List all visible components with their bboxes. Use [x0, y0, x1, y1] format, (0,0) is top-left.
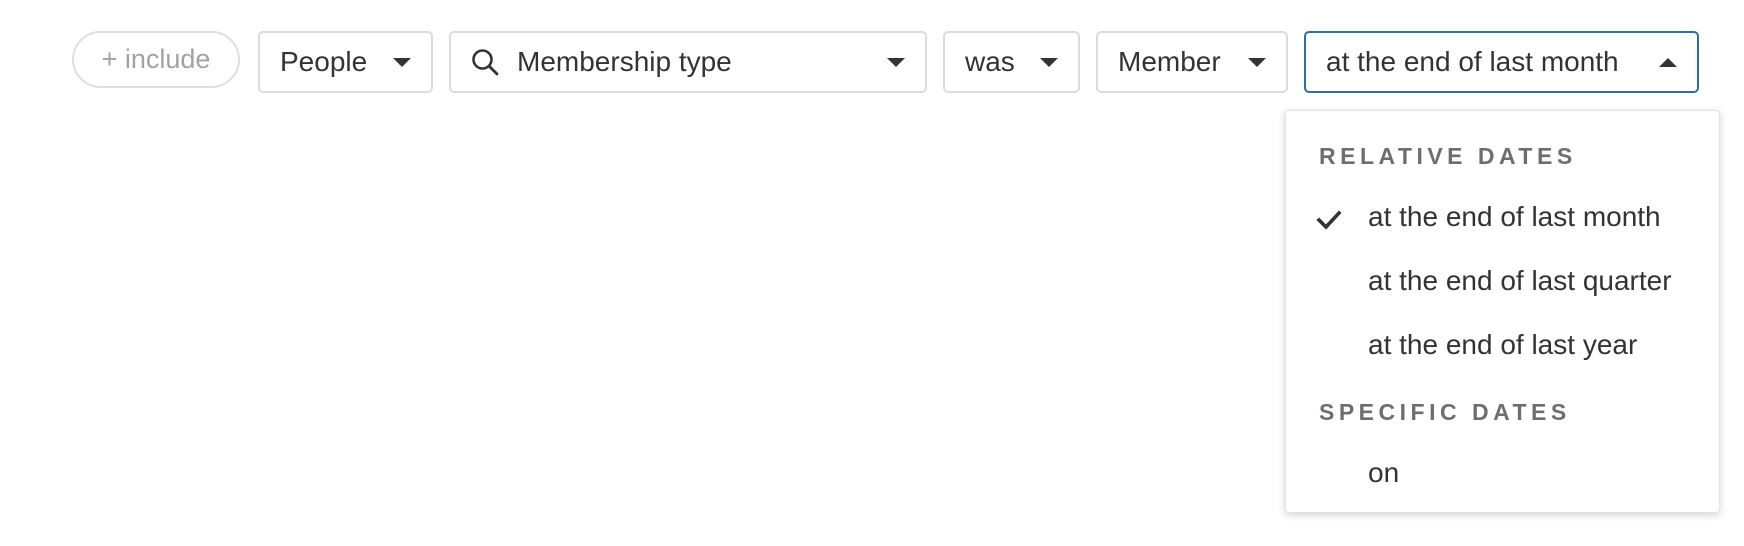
option-end-of-last-year[interactable]: at the end of last year: [1286, 320, 1719, 370]
subject-select-label: People: [280, 46, 368, 77]
option-label: at the end of last month: [1368, 201, 1661, 232]
chevron-up-icon: [1659, 57, 1677, 67]
filter-builder: + include People Membership type was Mem…: [0, 0, 1744, 546]
search-icon: [471, 48, 499, 76]
option-end-of-last-quarter[interactable]: at the end of last quarter: [1286, 256, 1719, 306]
chevron-down-icon: [1040, 57, 1058, 67]
option-label: on: [1368, 457, 1400, 488]
option-on[interactable]: on: [1286, 448, 1719, 498]
specific-dates-heading: SPECIFIC DATES: [1319, 399, 1571, 425]
field-select-label: Membership type: [517, 46, 732, 77]
checkmark-icon: [1316, 206, 1342, 230]
include-button[interactable]: + include: [72, 31, 240, 88]
option-label: at the end of last year: [1368, 329, 1638, 360]
time-select-label: at the end of last month: [1326, 46, 1619, 77]
time-dropdown-menu: RELATIVE DATES at the end of last month …: [1285, 110, 1720, 513]
option-label: at the end of last quarter: [1368, 265, 1672, 296]
chevron-down-icon: [1248, 57, 1266, 67]
value-select-label: Member: [1118, 46, 1221, 77]
subject-select[interactable]: People: [258, 31, 433, 93]
field-select[interactable]: Membership type: [449, 31, 927, 93]
operator-select-label: was: [965, 46, 1015, 77]
operator-select[interactable]: was: [943, 31, 1080, 93]
relative-dates-heading: RELATIVE DATES: [1319, 143, 1577, 169]
option-end-of-last-month[interactable]: at the end of last month: [1286, 192, 1719, 242]
time-select[interactable]: at the end of last month: [1304, 31, 1699, 93]
chevron-down-icon: [887, 57, 905, 67]
chevron-down-icon: [393, 57, 411, 67]
value-select[interactable]: Member: [1096, 31, 1288, 93]
